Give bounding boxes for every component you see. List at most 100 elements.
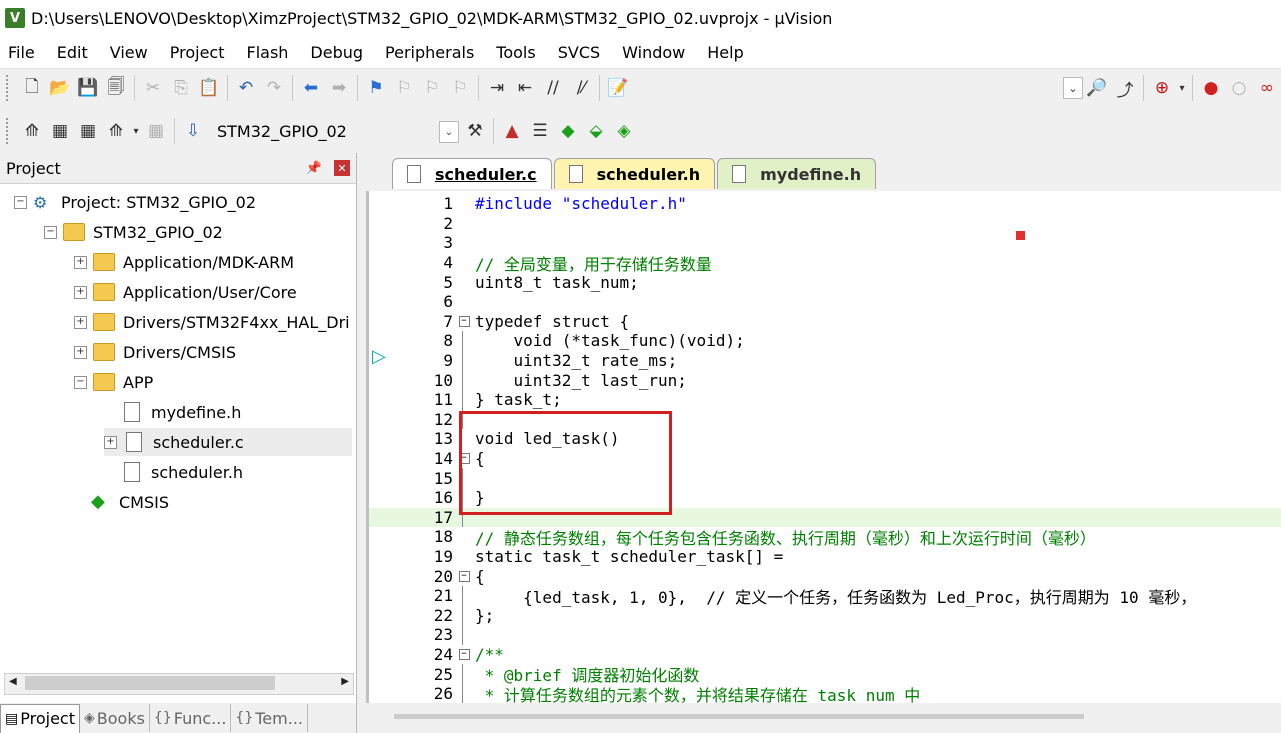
clear-bookmarks-icon[interactable]: ⚐ [446, 74, 474, 102]
menu-debug[interactable]: Debug [306, 43, 367, 62]
disable-breakpoint-icon[interactable]: ○ [1225, 74, 1253, 102]
tree-node-group[interactable]: + Drivers/STM32F4xx_HAL_Dri [74, 308, 350, 336]
code-line[interactable]: 8 void (*task_func)(void); [369, 331, 1281, 351]
tab-templates[interactable]: {} Tem... [231, 704, 308, 732]
tab-project[interactable]: ▤ Project [0, 703, 80, 733]
file-extensions-icon[interactable]: ☰ [526, 117, 554, 145]
menu-project[interactable]: Project [166, 43, 229, 62]
fold-collapse-icon[interactable]: − [453, 570, 475, 582]
code-line[interactable]: 18 // 静态任务数组，每个任务包含任务函数、执行周期（毫秒）和上次运行时间（毫… [369, 527, 1281, 548]
tree-node-target[interactable]: − STM32_GPIO_02 [44, 218, 223, 246]
bookmark-icon[interactable]: ⚑ [362, 74, 390, 102]
download-load-icon[interactable]: ⇩ [179, 117, 207, 145]
rebuild-icon[interactable]: ▦ [74, 117, 102, 145]
find-in-files-icon[interactable]: 📝 [604, 74, 632, 102]
menu-edit[interactable]: Edit [53, 43, 92, 62]
navigate-back-icon[interactable]: ⬅ [297, 74, 325, 102]
expand-icon[interactable]: + [74, 285, 87, 299]
menu-file[interactable]: File [4, 43, 39, 62]
tree-node-project[interactable]: − ⚙ Project: STM32_GPIO_02 [14, 188, 256, 216]
save-icon[interactable]: 💾 [74, 74, 102, 102]
code-line[interactable]: 22}; [369, 605, 1281, 626]
incremental-find-icon[interactable]: ⤴ [1111, 74, 1139, 102]
code-line[interactable]: 10 uint32_t last_run; [369, 370, 1281, 390]
next-bookmark-icon[interactable]: ⚐ [418, 74, 446, 102]
scrollbar-thumb[interactable] [25, 676, 275, 690]
code-line[interactable]: 5 uint8_t task_num; [369, 272, 1281, 292]
tree-node-file[interactable]: mydefine.h [104, 398, 241, 426]
tab-functions[interactable]: {} Func... [150, 704, 232, 732]
code-line[interactable]: 6 [369, 292, 1281, 312]
expand-icon[interactable]: + [74, 315, 87, 329]
indent-icon[interactable]: ⇥ [483, 74, 511, 102]
code-line[interactable]: 11} task_t; [369, 390, 1281, 410]
collapse-icon[interactable]: − [14, 195, 27, 209]
undo-icon[interactable]: ↶ [232, 74, 260, 102]
manage-components-icon[interactable]: ▲ [498, 117, 526, 145]
select-software-packs-icon[interactable]: ◈ [610, 117, 638, 145]
tree-node-cmsis[interactable]: ◆ CMSIS [74, 488, 169, 516]
fold-collapse-icon[interactable]: − [453, 315, 475, 327]
debug-session-icon[interactable]: ⊕ [1148, 74, 1176, 102]
menu-svcs[interactable]: SVCS [554, 43, 604, 62]
target-options-icon[interactable]: ⚒ [461, 117, 489, 145]
pack-installer-icon[interactable]: ⬙ [582, 117, 610, 145]
pin-icon[interactable]: 📌 [306, 161, 322, 176]
navigate-forward-icon[interactable]: ➡ [325, 74, 353, 102]
redo-icon[interactable]: ↷ [260, 74, 288, 102]
new-file-icon[interactable]: 🗋 [18, 74, 46, 102]
code-line[interactable]: 4 // 全局变量，用于存储任务数量 [369, 253, 1281, 274]
tree-node-file[interactable]: scheduler.h [104, 458, 243, 486]
prev-bookmark-icon[interactable]: ⚐ [390, 74, 418, 102]
expand-icon[interactable]: + [104, 435, 117, 449]
run-time-env-icon[interactable]: ◆ [554, 117, 582, 145]
save-all-icon[interactable]: 🗐 [102, 74, 130, 102]
paste-icon[interactable]: 📋 [195, 74, 223, 102]
stop-build-icon[interactable]: ▦ [142, 117, 170, 145]
expand-icon[interactable]: + [74, 345, 87, 359]
code-line[interactable]: 7− typedef struct { [369, 312, 1281, 332]
target-select[interactable]: STM32_GPIO_02 ⌄ [217, 117, 459, 145]
tree-node-group[interactable]: + Application/MDK-ARM [74, 248, 294, 276]
code-line[interactable]: 2 [369, 214, 1281, 234]
copy-icon[interactable]: ⎘ [167, 74, 195, 102]
tree-node-group[interactable]: + Application/User/Core [74, 278, 297, 306]
tree-node-file-selected[interactable]: + scheduler.c [104, 428, 352, 456]
code-line[interactable]: 1 #include "scheduler.h" [369, 194, 1281, 214]
build-icon[interactable]: ▦ [46, 117, 74, 145]
fold-collapse-icon[interactable]: − [453, 649, 475, 661]
editor-horizontal-scrollbar[interactable] [394, 714, 1084, 719]
menu-tools[interactable]: Tools [492, 43, 539, 62]
toolbar-grip[interactable] [6, 75, 12, 101]
collapse-icon[interactable]: − [74, 375, 87, 389]
tab-books[interactable]: ◈ Books [80, 704, 150, 732]
toolbar-grip[interactable] [6, 118, 12, 144]
menu-help[interactable]: Help [703, 43, 747, 62]
open-folder-icon[interactable]: 📂 [46, 74, 74, 102]
find-dropdown-icon[interactable]: ⌄ [1063, 77, 1083, 99]
scroll-right-icon[interactable]: ▶ [341, 676, 349, 687]
code-line[interactable]: 9 uint32_t rate_ms; [369, 350, 1281, 371]
batch-dropdown-icon[interactable]: ▾ [130, 117, 142, 145]
close-icon[interactable]: ✕ [334, 160, 350, 176]
menu-view[interactable]: View [106, 43, 152, 62]
tab-scheduler-h[interactable]: scheduler.h [553, 158, 716, 189]
tree-node-group-app[interactable]: − APP [74, 368, 153, 396]
batch-build-icon[interactable]: ⟰ [102, 117, 130, 145]
tree-node-group[interactable]: + Drivers/CMSIS [74, 338, 236, 366]
code-line[interactable]: 26 * 计算任务数组的元素个数，并将结果存储在 task_num 中 [369, 684, 1281, 703]
uncomment-icon[interactable]: /⁄ [567, 74, 595, 102]
expand-icon[interactable]: + [74, 255, 87, 269]
code-line[interactable]: 23 [369, 625, 1281, 645]
horizontal-scrollbar[interactable]: ◀ ▶ [4, 673, 354, 695]
cut-icon[interactable]: ✂ [139, 74, 167, 102]
comment-icon[interactable]: // [539, 74, 567, 102]
code-line[interactable]: 21 {led_task, 1, 0}, // 定义一个任务，任务函数为 Led… [369, 586, 1281, 607]
unindent-icon[interactable]: ⇤ [511, 74, 539, 102]
debug-dropdown-icon[interactable]: ▾ [1176, 74, 1188, 102]
chevron-down-icon[interactable]: ⌄ [439, 121, 459, 143]
breakpoint-icon[interactable]: ● [1197, 74, 1225, 102]
menu-peripherals[interactable]: Peripherals [381, 43, 478, 62]
menu-window[interactable]: Window [618, 43, 689, 62]
find-icon[interactable]: 🔎 [1083, 74, 1111, 102]
